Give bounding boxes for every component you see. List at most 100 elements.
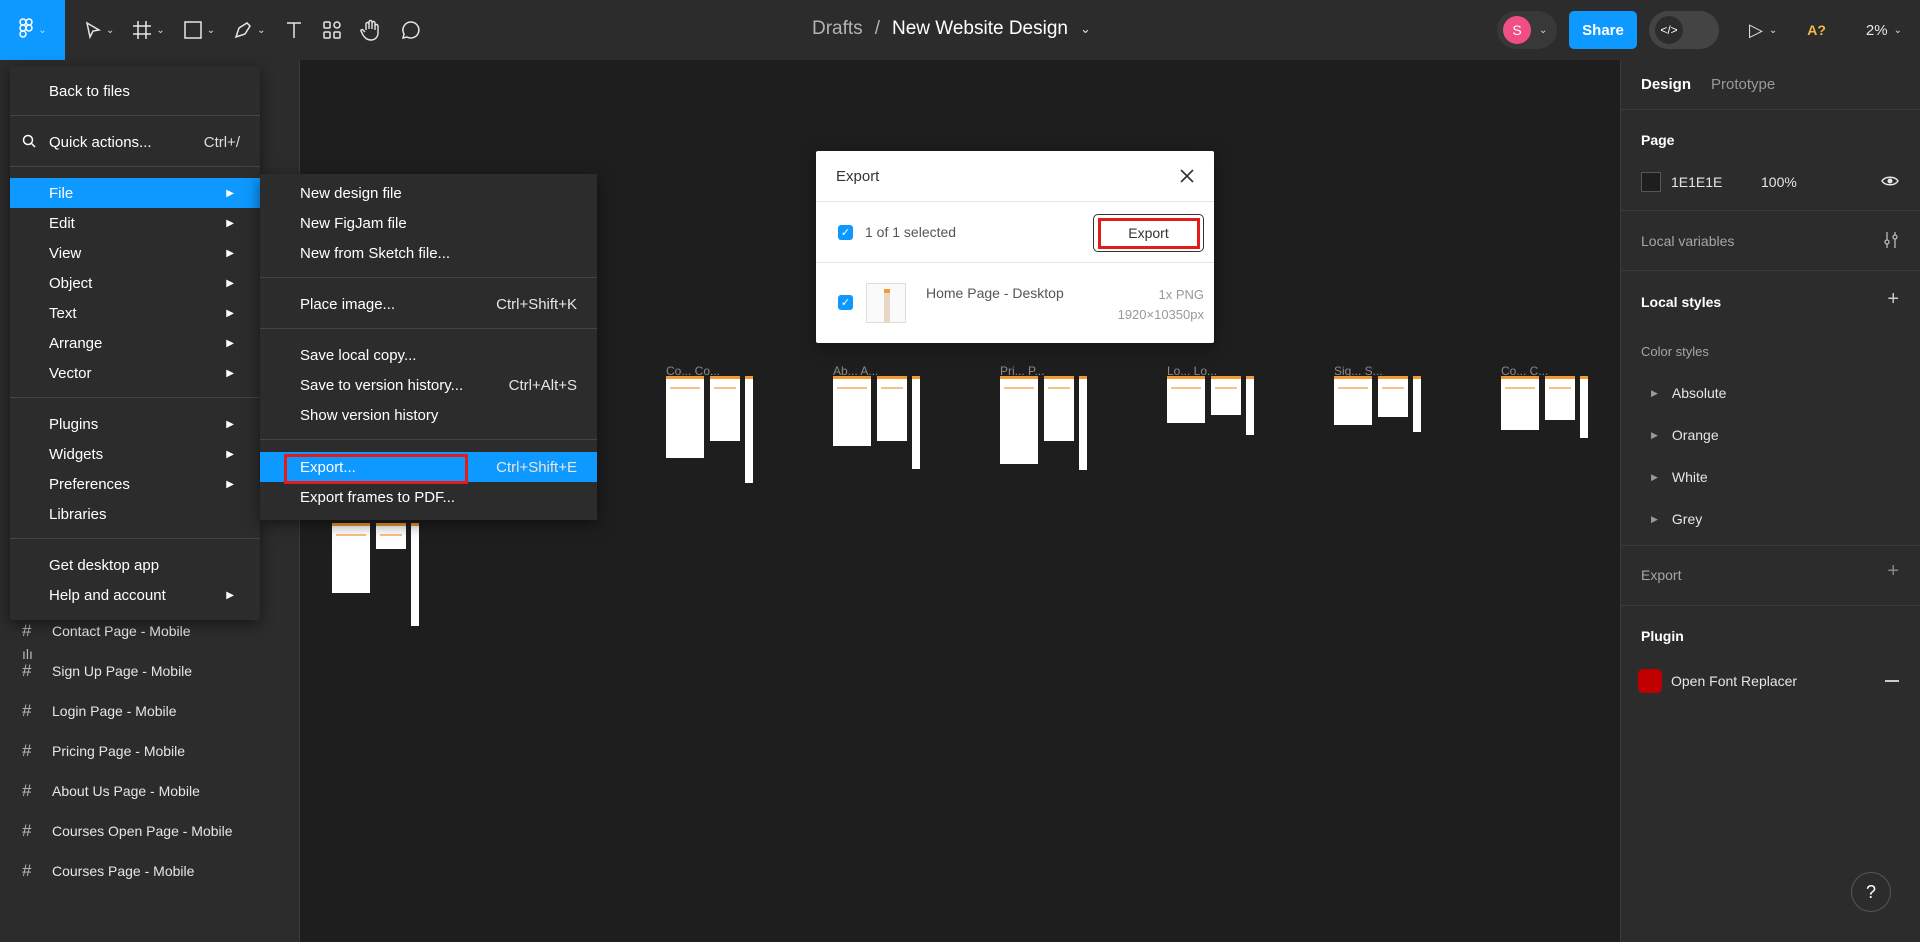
chevron-down-icon: ⌄ (257, 24, 266, 36)
select-all-checkbox[interactable]: ✓ (838, 224, 853, 240)
avatar[interactable]: S (1503, 16, 1532, 44)
move-tool-button[interactable]: ⌄ (75, 0, 123, 60)
menu-item-export[interactable]: Export... Ctrl+Shift+E (260, 452, 597, 484)
menu-item-widgets[interactable]: Widgets ▶ (10, 439, 260, 469)
layer-name: Courses Page - Mobile (52, 863, 195, 879)
layer-row[interactable]: # Courses Page - Mobile (0, 851, 300, 891)
layer-row[interactable]: # Sign Up Page - Mobile (0, 651, 300, 691)
variables-icon[interactable] (1883, 231, 1899, 249)
frame-thumbnail[interactable] (1413, 376, 1421, 432)
frame-thumbnail[interactable] (1211, 376, 1241, 415)
frame-thumbnail[interactable] (710, 376, 740, 441)
add-style-icon[interactable]: + (1887, 288, 1899, 311)
file-name[interactable]: New Website Design (892, 18, 1068, 40)
help-button[interactable]: ? (1851, 872, 1891, 912)
menu-item-libraries[interactable]: Libraries (10, 499, 260, 529)
zoom-control[interactable]: 2% ⌄ (1866, 22, 1902, 39)
main-menu-button[interactable]: ⌄ (0, 0, 65, 60)
properties-panel: Design Prototype Page 1E1E1E 100% Local … (1620, 60, 1920, 942)
frame-thumbnail[interactable] (1501, 376, 1539, 430)
menu-item-file[interactable]: File ▶ (10, 178, 260, 208)
menu-item-edit[interactable]: Edit ▶ (10, 208, 260, 238)
caret-right-icon: ▶ (1651, 429, 1658, 440)
style-item-grey[interactable]: ▶ Grey (1651, 511, 1702, 527)
text-tool-button[interactable] (275, 0, 313, 60)
page-opacity-value[interactable]: 100% (1761, 174, 1797, 190)
frame-tool-button[interactable]: ⌄ (123, 0, 173, 60)
present-button[interactable]: ▷ ⌄ (1749, 20, 1777, 41)
resources-tool-button[interactable] (313, 0, 351, 60)
frame-icon: # (22, 621, 32, 640)
eye-icon[interactable] (1881, 175, 1899, 187)
menu-item-show-version-history[interactable]: Show version history (260, 400, 597, 430)
menu-item-text[interactable]: Text ▶ (10, 298, 260, 328)
style-item-orange[interactable]: ▶ Orange (1651, 427, 1719, 443)
style-item-absolute[interactable]: ▶ Absolute (1651, 385, 1726, 401)
selection-count: 1 of 1 selected (865, 224, 957, 240)
breadcrumb-drafts[interactable]: Drafts (812, 18, 863, 40)
frame-thumbnail[interactable] (833, 376, 871, 446)
multiplayer-avatars[interactable]: S ⌄ (1497, 11, 1558, 49)
shape-tool-button[interactable]: ⌄ (174, 0, 224, 60)
select-all-row: ✓ 1 of 1 selected Export (816, 202, 1214, 263)
close-icon[interactable] (1180, 169, 1194, 183)
local-variables-label[interactable]: Local variables (1641, 233, 1734, 249)
menu-item-arrange[interactable]: Arrange ▶ (10, 328, 260, 358)
menu-item-new-design-file[interactable]: New design file (260, 178, 597, 208)
chevron-down-icon[interactable]: ⌄ (1080, 21, 1091, 37)
layer-name: Contact Page - Mobile (52, 623, 191, 639)
frame-thumbnail[interactable] (1378, 376, 1408, 417)
frame-thumbnail[interactable] (376, 523, 406, 549)
frame-thumbnail[interactable] (877, 376, 907, 441)
menu-item-preferences[interactable]: Preferences ▶ (10, 469, 260, 499)
layer-row[interactable]: # Courses Open Page - Mobile (0, 811, 300, 851)
missing-fonts-indicator[interactable]: A? (1807, 22, 1826, 38)
frame-thumbnail[interactable] (1079, 376, 1087, 470)
frame-thumbnail[interactable] (1334, 376, 1372, 425)
frame-thumbnail[interactable] (1580, 376, 1588, 438)
menu-item-view[interactable]: View ▶ (10, 238, 260, 268)
export-item-checkbox[interactable]: ✓ (838, 294, 853, 310)
frame-thumbnail[interactable] (912, 376, 920, 469)
remove-plugin-icon[interactable] (1885, 680, 1899, 682)
share-button[interactable]: Share (1569, 11, 1638, 49)
export-button[interactable]: Export (1093, 214, 1204, 252)
menu-item-save-local-copy[interactable]: Save local copy... (260, 340, 597, 370)
layer-row[interactable]: # Pricing Page - Mobile (0, 731, 300, 771)
frame-thumbnail[interactable] (1545, 376, 1575, 420)
tab-design[interactable]: Design (1641, 76, 1691, 93)
highlight-box (284, 454, 468, 484)
menu-item-help-and-account[interactable]: Help and account ▶ (10, 580, 260, 610)
menu-item-vector[interactable]: Vector ▶ (10, 358, 260, 388)
layer-row[interactable]: # Login Page - Mobile (0, 691, 300, 731)
frame-thumbnail[interactable] (332, 523, 370, 593)
menu-item-new-from-sketch[interactable]: New from Sketch file... (260, 238, 597, 268)
frame-thumbnail[interactable] (411, 523, 419, 626)
add-export-icon[interactable]: + (1887, 560, 1899, 583)
page-color-swatch[interactable] (1641, 172, 1661, 192)
dev-mode-toggle[interactable]: </> (1649, 11, 1720, 49)
menu-item-new-figjam-file[interactable]: New FigJam file (260, 208, 597, 238)
menu-item-save-version-history[interactable]: Save to version history... Ctrl+Alt+S (260, 370, 597, 400)
menu-item-quick-actions[interactable]: Quick actions... Ctrl+/ (10, 127, 260, 157)
menu-item-plugins[interactable]: Plugins ▶ (10, 409, 260, 439)
comment-tool-button[interactable] (391, 0, 431, 60)
layer-row[interactable]: # About Us Page - Mobile (0, 771, 300, 811)
frame-thumbnail[interactable] (1246, 376, 1254, 435)
style-item-white[interactable]: ▶ White (1651, 469, 1708, 485)
menu-item-object[interactable]: Object ▶ (10, 268, 260, 298)
frame-thumbnail[interactable] (1000, 376, 1038, 464)
menu-item-get-desktop-app[interactable]: Get desktop app (10, 550, 260, 580)
tab-prototype[interactable]: Prototype (1711, 76, 1775, 93)
plugin-name[interactable]: Open Font Replacer (1671, 673, 1797, 689)
menu-item-back-to-files[interactable]: Back to files (10, 76, 260, 106)
hand-tool-button[interactable] (351, 0, 391, 60)
frame-thumbnail[interactable] (1167, 376, 1205, 423)
frame-thumbnail[interactable] (1044, 376, 1074, 441)
menu-item-place-image[interactable]: Place image... Ctrl+Shift+K (260, 289, 597, 319)
frame-thumbnail[interactable] (745, 376, 753, 483)
frame-thumbnail[interactable] (666, 376, 704, 458)
menu-item-export-frames-pdf[interactable]: Export frames to PDF... (260, 482, 597, 512)
pen-tool-button[interactable]: ⌄ (224, 0, 274, 60)
page-color-value[interactable]: 1E1E1E (1671, 174, 1722, 190)
